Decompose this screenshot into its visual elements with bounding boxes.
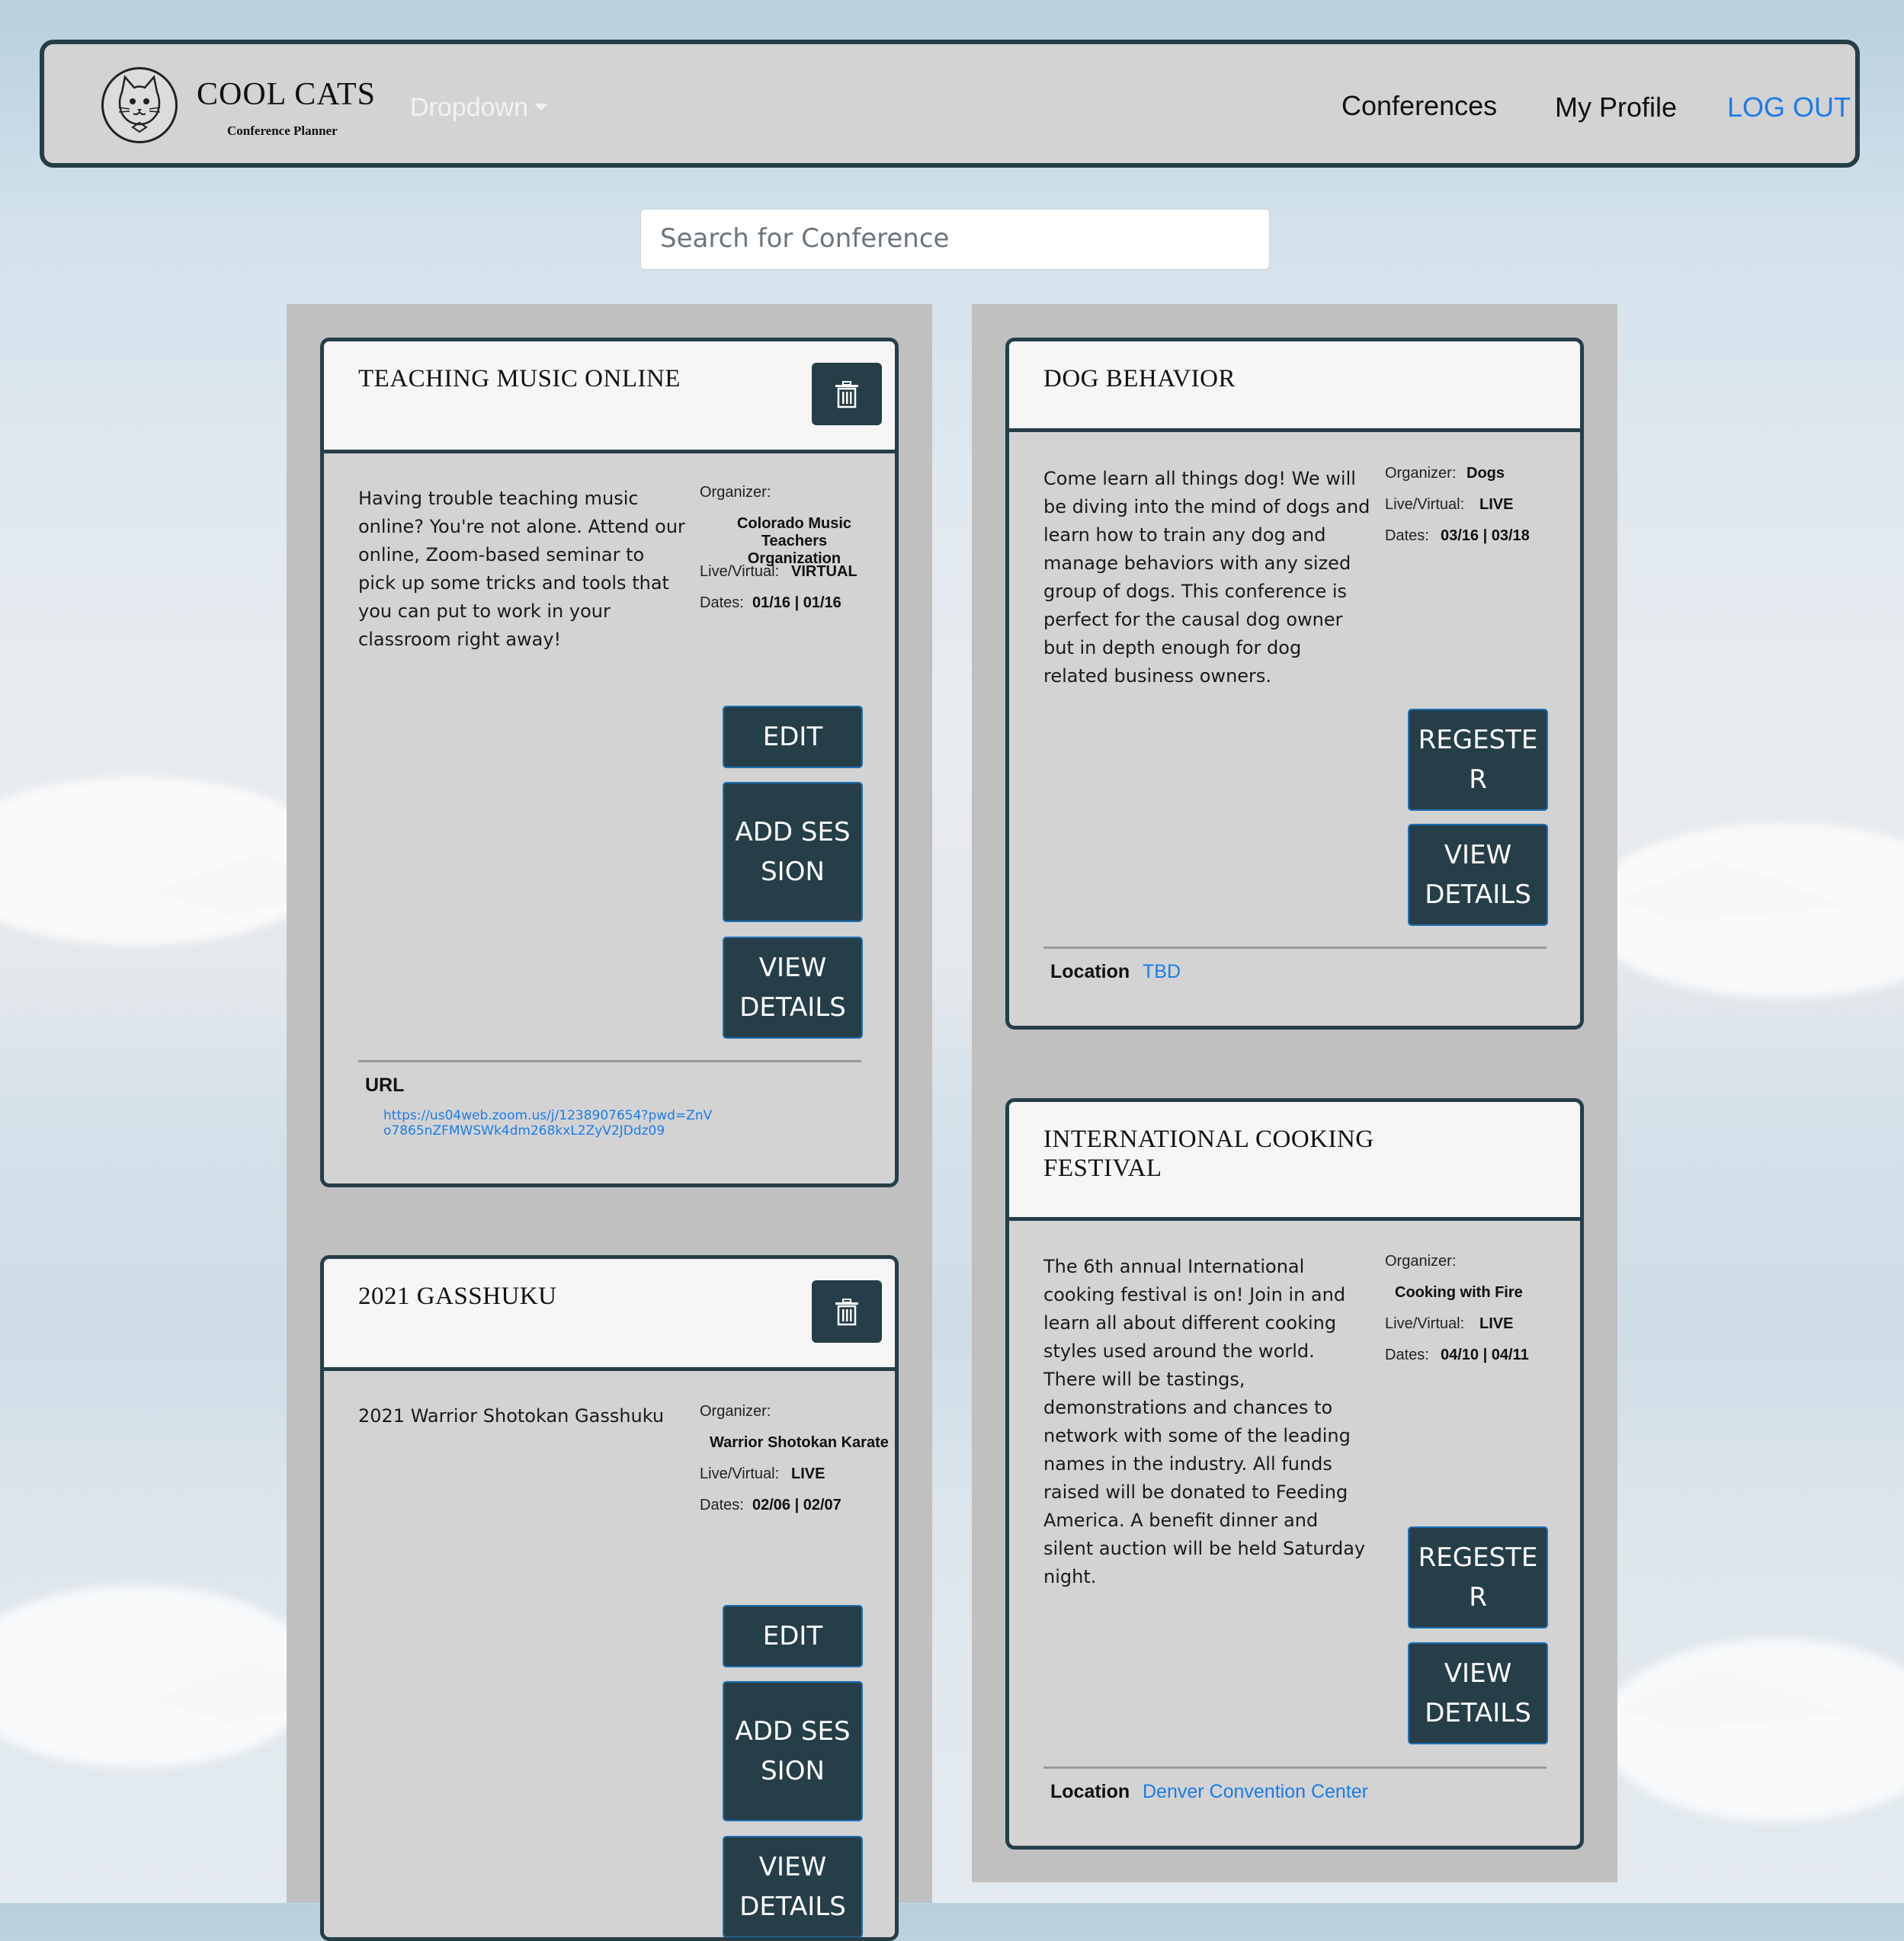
view-details-button[interactable]: VIEW DETAILS <box>1408 824 1548 926</box>
live-virtual-label: Live/Virtual: <box>1385 496 1465 513</box>
add-session-button[interactable]: ADD SESSION <box>723 1681 863 1821</box>
view-details-button[interactable]: VIEW DETAILS <box>723 937 863 1039</box>
location-value[interactable]: TBD <box>1143 961 1181 983</box>
brand-subtitle: Conference Planner <box>227 123 338 138</box>
organizer-value: Cooking with Fire <box>1395 1284 1523 1301</box>
navbar: COOL CATS Conference Planner Dropdown Co… <box>40 40 1860 168</box>
nav-conferences[interactable]: Conferences <box>1341 90 1497 122</box>
live-virtual-label: Live/Virtual: <box>700 1465 780 1482</box>
register-button[interactable]: REGESTER <box>1408 1526 1548 1629</box>
card-header: DOG BEHAVIOR <box>1009 341 1580 432</box>
conference-card: INTERNATIONAL COOKING FESTIVAL The 6th a… <box>1005 1098 1584 1850</box>
register-button[interactable]: REGESTER <box>1408 709 1548 811</box>
live-virtual-value: LIVE <box>1479 1315 1514 1332</box>
organizer-label: Organizer: <box>700 1403 771 1420</box>
location-label: Location <box>1050 1781 1130 1802</box>
url-label: URL <box>365 1075 405 1096</box>
live-virtual-value: LIVE <box>1479 496 1514 513</box>
dates-label: Dates: <box>1385 527 1429 544</box>
background-clouds <box>0 0 1904 1903</box>
card-divider <box>358 1060 861 1062</box>
dates-value: 03/16 | 03/18 <box>1441 527 1530 544</box>
dates-label: Dates: <box>1385 1347 1429 1363</box>
dates-value: 01/16 | 01/16 <box>752 594 841 611</box>
organizer-value: Warrior Shotokan Karate <box>710 1434 889 1451</box>
conference-title: INTERNATIONAL COOKING FESTIVAL <box>1043 1126 1374 1182</box>
live-virtual-value: VIRTUAL <box>791 563 857 580</box>
organizer-label: Organizer: <box>700 484 771 501</box>
view-details-button[interactable]: VIEW DETAILS <box>723 1836 863 1937</box>
dates-value: 04/10 | 04/11 <box>1441 1347 1529 1363</box>
dates-label: Dates: <box>700 594 744 611</box>
organizer-value: Dogs <box>1466 465 1505 482</box>
dropdown-label: Dropdown <box>410 93 528 122</box>
view-details-button[interactable]: VIEW DETAILS <box>1408 1642 1548 1744</box>
conference-description: The 6th annual International cooking fes… <box>1043 1256 1366 1587</box>
brand-title[interactable]: COOL CATS <box>197 76 376 113</box>
trash-icon <box>835 1299 858 1326</box>
organizer-label: Organizer: <box>1385 1253 1457 1270</box>
conference-card: DOG BEHAVIOR Come learn all things dog! … <box>1005 338 1584 1030</box>
live-virtual-value: LIVE <box>791 1465 825 1482</box>
conference-description: Come learn all things dog! We will be di… <box>1043 468 1370 687</box>
organizer-value: Colorado Music Teachers Organization <box>736 515 851 567</box>
dropdown-menu[interactable]: Dropdown <box>410 93 548 123</box>
card-header: 2021 GASSHUKU <box>324 1259 895 1371</box>
edit-button[interactable]: EDIT <box>723 706 863 768</box>
add-session-button[interactable]: ADD SESSION <box>723 782 863 922</box>
conference-title: 2021 GASSHUKU <box>358 1283 557 1310</box>
edit-button[interactable]: EDIT <box>723 1605 863 1667</box>
delete-button[interactable] <box>812 1280 882 1343</box>
live-virtual-label: Live/Virtual: <box>700 563 780 580</box>
location-label: Location <box>1050 961 1130 982</box>
cat-logo-icon[interactable] <box>101 67 178 143</box>
conference-description: Having trouble teaching music online? Yo… <box>358 488 685 650</box>
dates-label: Dates: <box>700 1497 744 1513</box>
trash-icon <box>835 381 858 408</box>
conference-title: TEACHING MUSIC ONLINE <box>358 365 681 392</box>
card-header: TEACHING MUSIC ONLINE <box>324 341 895 453</box>
conference-description: 2021 Warrior Shotokan Gasshuku <box>358 1405 665 1427</box>
live-virtual-label: Live/Virtual: <box>1385 1315 1465 1332</box>
card-header: INTERNATIONAL COOKING FESTIVAL <box>1009 1102 1580 1221</box>
conference-card: 2021 GASSHUKU 2021 Warrior Shotokan Gass… <box>320 1255 899 1941</box>
search-input[interactable]: Search for Conference <box>640 209 1270 270</box>
nav-my-profile[interactable]: My Profile <box>1555 91 1677 123</box>
card-divider <box>1043 1766 1547 1769</box>
card-divider <box>1043 946 1547 949</box>
organizer-label: Organizer: <box>1385 465 1457 482</box>
caret-down-icon <box>534 103 548 111</box>
location-value[interactable]: Denver Convention Center <box>1143 1781 1368 1803</box>
conference-title: DOG BEHAVIOR <box>1043 365 1236 392</box>
conference-card: TEACHING MUSIC ONLINE Having trouble tea… <box>320 338 899 1187</box>
delete-button[interactable] <box>812 363 882 425</box>
dates-value: 02/06 | 02/07 <box>752 1497 841 1513</box>
conference-url[interactable]: https://us04web.zoom.us/j/1238907654?pwd… <box>383 1108 719 1139</box>
nav-logout[interactable]: LOG OUT <box>1727 91 1851 123</box>
